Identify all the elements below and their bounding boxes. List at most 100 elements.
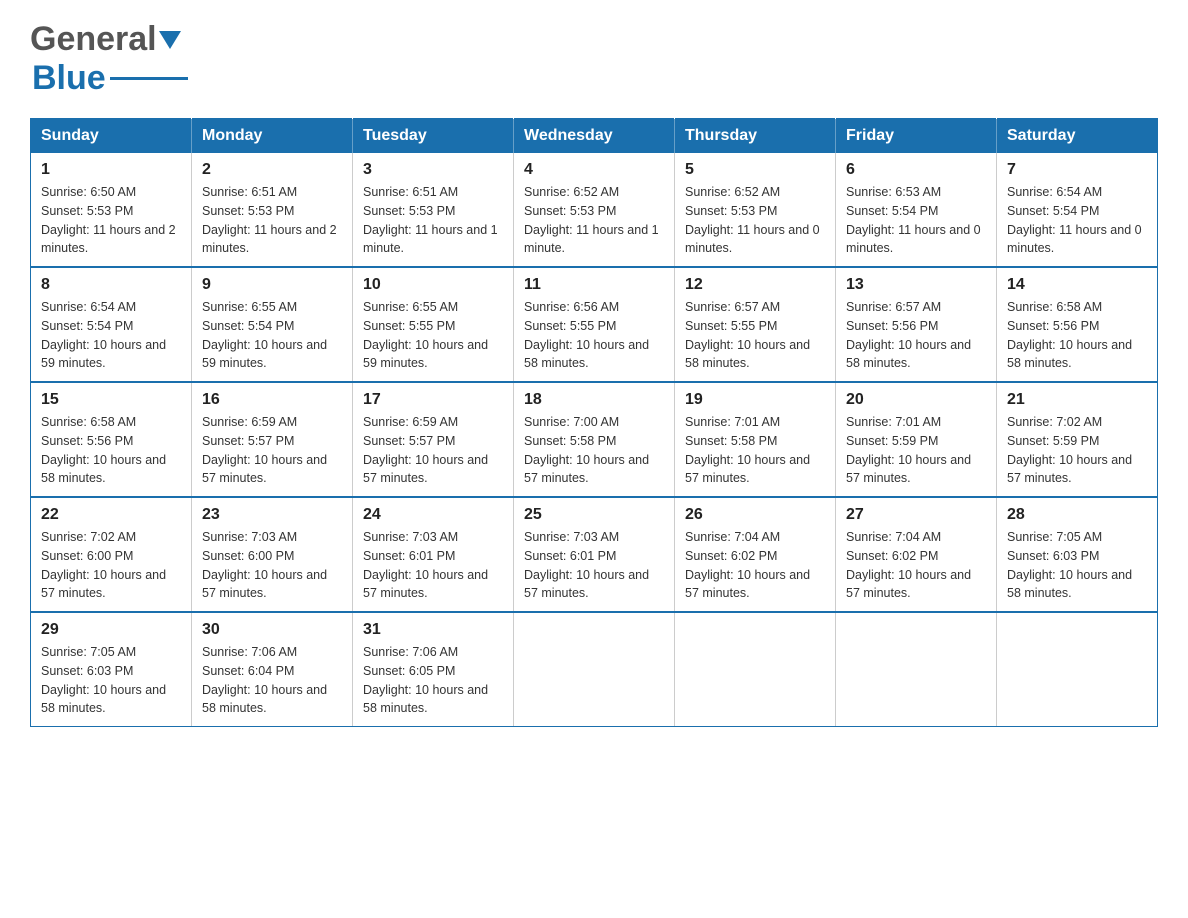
logo-blue: Blue (32, 59, 106, 98)
day-number: 8 (41, 276, 181, 294)
day-number: 10 (363, 276, 503, 294)
calendar-week-row: 8 Sunrise: 6:54 AM Sunset: 5:54 PM Dayli… (31, 267, 1158, 382)
page-header: General Blue (30, 20, 1158, 98)
col-friday: Friday (836, 119, 997, 154)
day-number: 9 (202, 276, 342, 294)
table-row: 19 Sunrise: 7:01 AM Sunset: 5:58 PM Dayl… (675, 382, 836, 497)
calendar-header: Sunday Monday Tuesday Wednesday Thursday… (31, 119, 1158, 154)
table-row: 30 Sunrise: 7:06 AM Sunset: 6:04 PM Dayl… (192, 612, 353, 727)
table-row: 15 Sunrise: 6:58 AM Sunset: 5:56 PM Dayl… (31, 382, 192, 497)
table-row: 9 Sunrise: 6:55 AM Sunset: 5:54 PM Dayli… (192, 267, 353, 382)
logo-general: General (30, 20, 157, 59)
table-row (514, 612, 675, 727)
table-row: 23 Sunrise: 7:03 AM Sunset: 6:00 PM Dayl… (192, 497, 353, 612)
table-row: 4 Sunrise: 6:52 AM Sunset: 5:53 PM Dayli… (514, 153, 675, 267)
day-info: Sunrise: 7:06 AM Sunset: 6:05 PM Dayligh… (363, 643, 503, 718)
day-info: Sunrise: 7:06 AM Sunset: 6:04 PM Dayligh… (202, 643, 342, 718)
table-row: 14 Sunrise: 6:58 AM Sunset: 5:56 PM Dayl… (997, 267, 1158, 382)
table-row: 3 Sunrise: 6:51 AM Sunset: 5:53 PM Dayli… (353, 153, 514, 267)
day-number: 2 (202, 161, 342, 179)
day-number: 26 (685, 506, 825, 524)
day-info: Sunrise: 6:54 AM Sunset: 5:54 PM Dayligh… (41, 298, 181, 373)
day-number: 16 (202, 391, 342, 409)
day-info: Sunrise: 7:04 AM Sunset: 6:02 PM Dayligh… (846, 528, 986, 603)
day-info: Sunrise: 6:51 AM Sunset: 5:53 PM Dayligh… (202, 183, 342, 258)
day-number: 27 (846, 506, 986, 524)
day-info: Sunrise: 6:51 AM Sunset: 5:53 PM Dayligh… (363, 183, 503, 258)
day-info: Sunrise: 6:50 AM Sunset: 5:53 PM Dayligh… (41, 183, 181, 258)
day-info: Sunrise: 6:57 AM Sunset: 5:56 PM Dayligh… (846, 298, 986, 373)
table-row: 11 Sunrise: 6:56 AM Sunset: 5:55 PM Dayl… (514, 267, 675, 382)
day-number: 12 (685, 276, 825, 294)
day-number: 17 (363, 391, 503, 409)
col-thursday: Thursday (675, 119, 836, 154)
table-row: 24 Sunrise: 7:03 AM Sunset: 6:01 PM Dayl… (353, 497, 514, 612)
day-number: 11 (524, 276, 664, 294)
day-number: 30 (202, 621, 342, 639)
day-number: 6 (846, 161, 986, 179)
day-info: Sunrise: 6:57 AM Sunset: 5:55 PM Dayligh… (685, 298, 825, 373)
table-row: 25 Sunrise: 7:03 AM Sunset: 6:01 PM Dayl… (514, 497, 675, 612)
col-monday: Monday (192, 119, 353, 154)
day-number: 3 (363, 161, 503, 179)
table-row: 13 Sunrise: 6:57 AM Sunset: 5:56 PM Dayl… (836, 267, 997, 382)
day-info: Sunrise: 7:05 AM Sunset: 6:03 PM Dayligh… (41, 643, 181, 718)
table-row: 29 Sunrise: 7:05 AM Sunset: 6:03 PM Dayl… (31, 612, 192, 727)
day-number: 18 (524, 391, 664, 409)
day-number: 23 (202, 506, 342, 524)
logo: General Blue (30, 20, 188, 98)
table-row (997, 612, 1158, 727)
day-number: 5 (685, 161, 825, 179)
day-number: 21 (1007, 391, 1147, 409)
day-number: 31 (363, 621, 503, 639)
day-number: 15 (41, 391, 181, 409)
day-number: 29 (41, 621, 181, 639)
table-row: 26 Sunrise: 7:04 AM Sunset: 6:02 PM Dayl… (675, 497, 836, 612)
table-row: 28 Sunrise: 7:05 AM Sunset: 6:03 PM Dayl… (997, 497, 1158, 612)
day-number: 1 (41, 161, 181, 179)
day-info: Sunrise: 7:02 AM Sunset: 5:59 PM Dayligh… (1007, 413, 1147, 488)
day-info: Sunrise: 6:52 AM Sunset: 5:53 PM Dayligh… (524, 183, 664, 258)
calendar-week-row: 15 Sunrise: 6:58 AM Sunset: 5:56 PM Dayl… (31, 382, 1158, 497)
day-number: 28 (1007, 506, 1147, 524)
table-row (836, 612, 997, 727)
day-info: Sunrise: 6:59 AM Sunset: 5:57 PM Dayligh… (202, 413, 342, 488)
col-tuesday: Tuesday (353, 119, 514, 154)
calendar-table: Sunday Monday Tuesday Wednesday Thursday… (30, 118, 1158, 727)
table-row: 2 Sunrise: 6:51 AM Sunset: 5:53 PM Dayli… (192, 153, 353, 267)
table-row: 5 Sunrise: 6:52 AM Sunset: 5:53 PM Dayli… (675, 153, 836, 267)
table-row (675, 612, 836, 727)
logo-underline (110, 77, 188, 80)
day-info: Sunrise: 7:05 AM Sunset: 6:03 PM Dayligh… (1007, 528, 1147, 603)
calendar-week-row: 22 Sunrise: 7:02 AM Sunset: 6:00 PM Dayl… (31, 497, 1158, 612)
table-row: 16 Sunrise: 6:59 AM Sunset: 5:57 PM Dayl… (192, 382, 353, 497)
calendar-body: 1 Sunrise: 6:50 AM Sunset: 5:53 PM Dayli… (31, 153, 1158, 727)
table-row: 20 Sunrise: 7:01 AM Sunset: 5:59 PM Dayl… (836, 382, 997, 497)
calendar-week-row: 29 Sunrise: 7:05 AM Sunset: 6:03 PM Dayl… (31, 612, 1158, 727)
day-info: Sunrise: 7:04 AM Sunset: 6:02 PM Dayligh… (685, 528, 825, 603)
day-number: 13 (846, 276, 986, 294)
table-row: 10 Sunrise: 6:55 AM Sunset: 5:55 PM Dayl… (353, 267, 514, 382)
table-row: 22 Sunrise: 7:02 AM Sunset: 6:00 PM Dayl… (31, 497, 192, 612)
day-info: Sunrise: 6:59 AM Sunset: 5:57 PM Dayligh… (363, 413, 503, 488)
day-info: Sunrise: 6:58 AM Sunset: 5:56 PM Dayligh… (1007, 298, 1147, 373)
day-info: Sunrise: 7:03 AM Sunset: 6:00 PM Dayligh… (202, 528, 342, 603)
calendar-week-row: 1 Sunrise: 6:50 AM Sunset: 5:53 PM Dayli… (31, 153, 1158, 267)
day-number: 25 (524, 506, 664, 524)
day-number: 19 (685, 391, 825, 409)
day-info: Sunrise: 6:58 AM Sunset: 5:56 PM Dayligh… (41, 413, 181, 488)
day-number: 4 (524, 161, 664, 179)
day-number: 7 (1007, 161, 1147, 179)
table-row: 8 Sunrise: 6:54 AM Sunset: 5:54 PM Dayli… (31, 267, 192, 382)
day-info: Sunrise: 7:00 AM Sunset: 5:58 PM Dayligh… (524, 413, 664, 488)
table-row: 17 Sunrise: 6:59 AM Sunset: 5:57 PM Dayl… (353, 382, 514, 497)
day-number: 20 (846, 391, 986, 409)
table-row: 12 Sunrise: 6:57 AM Sunset: 5:55 PM Dayl… (675, 267, 836, 382)
day-info: Sunrise: 6:52 AM Sunset: 5:53 PM Dayligh… (685, 183, 825, 258)
day-info: Sunrise: 6:53 AM Sunset: 5:54 PM Dayligh… (846, 183, 986, 258)
table-row: 31 Sunrise: 7:06 AM Sunset: 6:05 PM Dayl… (353, 612, 514, 727)
col-saturday: Saturday (997, 119, 1158, 154)
day-info: Sunrise: 7:03 AM Sunset: 6:01 PM Dayligh… (363, 528, 503, 603)
table-row: 6 Sunrise: 6:53 AM Sunset: 5:54 PM Dayli… (836, 153, 997, 267)
col-sunday: Sunday (31, 119, 192, 154)
